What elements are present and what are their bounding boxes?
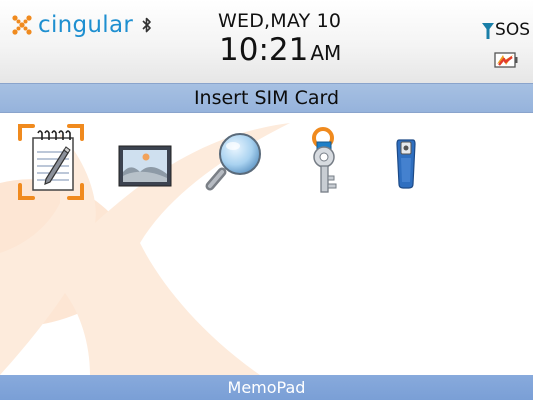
app-password-keeper[interactable]: [293, 124, 363, 200]
title-bar: Insert SIM Card: [0, 83, 533, 113]
app-blue-device[interactable]: [375, 124, 445, 200]
carrier-name: cingular: [38, 12, 134, 38]
search-magnifier-icon: [205, 133, 261, 191]
blackberry-home-screen: cingular WED,MAY 10 10:21 AM SOS Insert S…: [0, 0, 533, 400]
selected-app-label: MemoPad: [227, 378, 306, 397]
status-date: WED,MAY 10: [218, 10, 342, 32]
cingular-x-logo-icon: [12, 15, 32, 35]
carrier-indicator: cingular: [11, 10, 152, 40]
title-bar-text: Insert SIM Card: [193, 87, 340, 109]
status-bar: cingular WED,MAY 10 10:21 AM SOS: [0, 0, 533, 83]
battery-charging-icon: [494, 52, 518, 68]
signal-indicator: SOS: [482, 20, 530, 40]
app-icon-grid: [14, 120, 519, 210]
antenna-icon: [482, 23, 495, 39]
signal-sos-text: SOS: [495, 20, 530, 40]
status-clock: 10:21 AM: [219, 32, 341, 68]
selected-app-label-bar: MemoPad: [0, 375, 533, 400]
app-pictures[interactable]: [110, 124, 180, 200]
bluetooth-icon: [142, 17, 151, 33]
app-memopad[interactable]: [18, 124, 88, 200]
password-keeper-key-icon: [312, 127, 337, 193]
app-search[interactable]: [202, 124, 272, 200]
clock-time: 10:21: [219, 32, 309, 68]
clock-ampm: AM: [310, 41, 342, 65]
blue-device-icon: [396, 139, 416, 189]
memopad-notepad-icon: [32, 130, 74, 191]
pictures-image-icon: [118, 145, 172, 187]
